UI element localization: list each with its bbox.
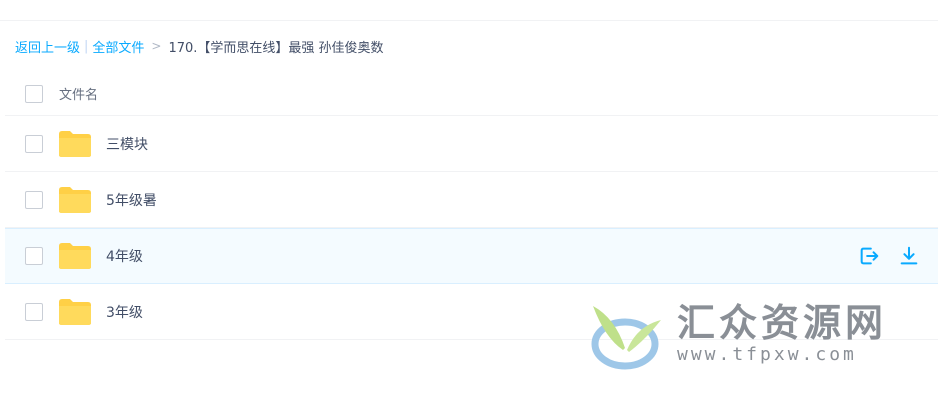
breadcrumb-current-folder: 170.【学而思在线】最强 孙佳俊奥数 [168,40,384,56]
folder-icon [59,186,91,213]
watermark-url: www.tfpxw.com [677,344,857,365]
watermark-text: 汇众资源网 www.tfpxw.com [677,302,887,366]
file-name[interactable]: 三模块 [106,134,148,154]
watermark: 汇众资源网 www.tfpxw.com [585,298,905,370]
file-row[interactable]: 5年级暑 [5,172,938,228]
folder-icon [59,130,91,157]
file-row[interactable]: 三模块 [5,116,938,172]
row-actions [858,245,920,267]
share-export-icon[interactable] [858,245,880,267]
row-checkbox[interactable] [25,247,43,265]
file-name[interactable]: 5年级暑 [106,190,157,210]
folder-icon [59,298,91,325]
file-name[interactable]: 4年级 [106,246,143,266]
back-link[interactable]: 返回上一级 [15,37,80,56]
all-files-link[interactable]: 全部文件 [92,37,144,56]
file-name[interactable]: 3年级 [106,302,143,322]
watermark-logo-icon [591,306,661,370]
file-row-hovered[interactable]: 4年级 [5,228,938,284]
select-all-checkbox[interactable] [25,84,43,103]
file-name-column-header: 文件名 [59,88,99,103]
watermark-title: 汇众资源网 [677,301,888,345]
breadcrumb: 返回上一级 | 全部文件 > 170.【学而思在线】最强 孙佳俊奥数 [15,36,384,56]
top-divider [0,20,938,21]
row-checkbox[interactable] [25,190,43,209]
folder-icon [59,243,91,269]
row-checkbox[interactable] [25,134,43,153]
file-browser-page: 返回上一级 | 全部文件 > 170.【学而思在线】最强 孙佳俊奥数 文件名 三… [0,0,938,412]
breadcrumb-separator: | [84,38,89,54]
download-icon[interactable] [898,245,920,267]
file-list-header: 文件名 [5,72,938,116]
breadcrumb-arrow: > [151,39,162,53]
row-checkbox[interactable] [25,302,43,321]
